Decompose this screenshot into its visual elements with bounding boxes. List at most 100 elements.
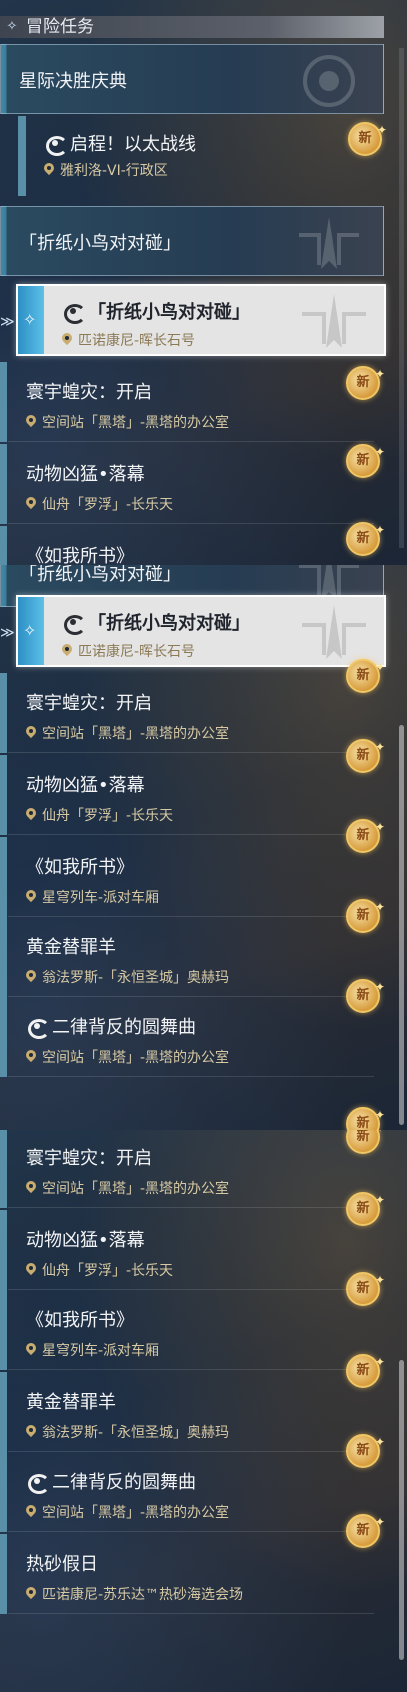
- quest-title: 热砂假日: [26, 1554, 98, 1575]
- diamond-icon: ✧: [23, 310, 37, 329]
- quest-location: 空间站「黑塔」-黑塔的办公室: [26, 1178, 229, 1198]
- quest-indicator-bar: [0, 673, 7, 753]
- divider: [8, 834, 374, 835]
- quest-title: 《如我所书》: [26, 1310, 134, 1331]
- quest-indicator-bar: [0, 917, 7, 997]
- quest-location: 仙舟「罗浮」-长乐天: [26, 1260, 173, 1280]
- quest-item-waltz[interactable]: 二律背反的圆舞曲 空间站「黑塔」-黑塔的办公室: [0, 1452, 382, 1532]
- emblem-icon: [302, 605, 366, 659]
- quest-item-book-partial[interactable]: 《如我所书》: [0, 526, 382, 565]
- quest-title: 动物凶猛•落幕: [26, 464, 145, 485]
- quest-type-icon: [26, 1016, 50, 1039]
- quest-indicator-bar: [0, 362, 7, 442]
- section-header-star-celebration[interactable]: 星际决胜庆典: [0, 44, 384, 114]
- location-pin-icon: [26, 1587, 36, 1600]
- location-pin-icon: [62, 644, 72, 657]
- quest-panel-screen-1: ✧ 冒险任务 星际决胜庆典 启程！以太战线 雅利洛-VI-行政区 新 「折纸小鸟…: [0, 0, 407, 565]
- location-pin-icon: [26, 497, 36, 510]
- quest-item-waltz[interactable]: 二律背反的圆舞曲 空间站「黑塔」-黑塔的办公室: [0, 997, 382, 1077]
- location-pin-icon: [26, 1425, 36, 1438]
- divider: [8, 752, 374, 753]
- quest-item-beast[interactable]: 动物凶猛•落幕 仙舟「罗浮」-长乐天: [0, 1210, 382, 1290]
- quest-type-icon: [62, 301, 86, 324]
- scrollbar-track[interactable]: [399, 48, 404, 548]
- new-badge: 新: [346, 1507, 385, 1548]
- section-title: 星际决胜庆典: [19, 71, 127, 92]
- header-title: 冒险任务: [26, 17, 94, 37]
- quest-title: 寰宇蝗灾：开启: [26, 382, 152, 403]
- new-badge: 新: [346, 1347, 385, 1388]
- quest-indicator-bar: [0, 1130, 7, 1208]
- quest-title: 启程！以太战线: [44, 130, 196, 156]
- new-badge: 新: [346, 1185, 385, 1226]
- location-pin-icon: [62, 333, 72, 346]
- quest-title: 寰宇蝗灾：开启: [26, 693, 152, 714]
- divider: [8, 1369, 374, 1370]
- quest-item-sand[interactable]: 热砂假日 匹诺康尼-苏乐达™热砂海选会场: [0, 1534, 382, 1614]
- quest-indicator-bar: [0, 755, 7, 835]
- quest-location: 空间站「黑塔」-黑塔的办公室: [26, 412, 229, 432]
- quest-item-paper-birds-selected[interactable]: ✧ 「折纸小鸟对对碰」 匹诺康尼-晖长石号: [16, 284, 386, 356]
- quest-location: 空间站「黑塔」-黑塔的办公室: [26, 1502, 229, 1522]
- quest-title: 二律背反的圆舞曲: [26, 1468, 196, 1494]
- divider: [8, 1531, 374, 1532]
- new-badge: 新: [346, 1265, 385, 1306]
- quest-item-ether-front[interactable]: 启程！以太战线 雅利洛-VI-行政区 新: [0, 115, 387, 196]
- quest-item-book[interactable]: 《如我所书》 星穹列车-派对车厢: [0, 1290, 382, 1370]
- quest-panel-screen-3: 寰宇蝗灾：开启 空间站「黑塔」-黑塔的办公室 新 动物凶猛•落幕 仙舟「罗浮」-…: [0, 1130, 407, 1692]
- quest-title: 「折纸小鸟对对碰」: [62, 298, 250, 324]
- selection-arrow-icon: ≫: [0, 625, 15, 641]
- quest-title: 寰宇蝗灾：开启: [26, 1148, 152, 1169]
- quest-item-beast[interactable]: 动物凶猛•落幕 仙舟「罗浮」-长乐天: [0, 444, 382, 524]
- quest-indicator-bar: [0, 1372, 7, 1452]
- new-badge: 新: [346, 652, 385, 693]
- quest-location: 翁法罗斯-「永恒圣城」奥赫玛: [26, 1422, 229, 1442]
- quest-item-locust[interactable]: 寰宇蝗灾：开启 空间站「黑塔」-黑塔的办公室: [0, 362, 382, 442]
- quest-indicator-bar: [0, 526, 7, 565]
- quest-item-locust[interactable]: 寰宇蝗灾：开启 空间站「黑塔」-黑塔的办公室: [0, 673, 382, 753]
- divider: [8, 1613, 374, 1614]
- selection-strip: ✧: [18, 597, 44, 665]
- new-badge: 新: [346, 1427, 385, 1468]
- quest-location: 匹诺康尼-晖长石号: [62, 330, 195, 350]
- quest-item-book[interactable]: 《如我所书》 星穹列车-派对车厢: [0, 837, 382, 917]
- location-pin-icon: [26, 1343, 36, 1356]
- quest-location: 星穹列车-派对车厢: [26, 1340, 159, 1360]
- quest-location: 星穹列车-派对车厢: [26, 887, 159, 907]
- new-badge: 新: [346, 732, 385, 773]
- location-pin-icon: [26, 1263, 36, 1276]
- quest-item-beast[interactable]: 动物凶猛•落幕 仙舟「罗浮」-长乐天: [0, 755, 382, 835]
- diamond-icon: ✧: [23, 621, 37, 640]
- quest-location: 翁法罗斯-「永恒圣城」奥赫玛: [26, 967, 229, 987]
- quest-indicator-bar: [0, 997, 7, 1077]
- quest-panel-screen-2: 「折纸小鸟对对碰」 ≫ ✧ 「折纸小鸟对对碰」 匹诺康尼-晖长石号 寰宇蝗灾：开…: [0, 565, 407, 1130]
- location-pin-icon: [26, 1181, 36, 1194]
- divider: [8, 523, 374, 524]
- new-badge: 新: [346, 437, 385, 478]
- emblem-icon: [302, 294, 366, 348]
- location-pin-icon: [26, 890, 36, 903]
- section-header-paper-birds[interactable]: 「折纸小鸟对对碰」: [0, 206, 384, 276]
- quest-item-locust[interactable]: 寰宇蝗灾：开启 空间站「黑塔」-黑塔的办公室: [0, 1130, 382, 1208]
- quest-indicator-bar: [18, 116, 26, 196]
- quest-type-icon: [62, 612, 86, 635]
- section-title: 「折纸小鸟对对碰」: [19, 565, 181, 585]
- location-pin-icon: [26, 1505, 36, 1518]
- quest-item-goat[interactable]: 黄金替罪羊 翁法罗斯-「永恒圣城」奥赫玛: [0, 917, 382, 997]
- quest-title: 二律背反的圆舞曲: [26, 1013, 196, 1039]
- scrollbar-thumb[interactable]: [399, 1360, 404, 1660]
- section-title: 「折纸小鸟对对碰」: [19, 233, 181, 254]
- selection-strip: ✧: [18, 286, 44, 354]
- quest-location: 雅利洛-VI-行政区: [44, 160, 168, 180]
- quest-title: 动物凶猛•落幕: [26, 1230, 145, 1251]
- scrollbar-thumb[interactable]: [399, 725, 404, 1125]
- quest-item-goat[interactable]: 黄金替罪羊 翁法罗斯-「永恒圣城」奥赫玛: [0, 1372, 382, 1452]
- quest-indicator-bar: [0, 1534, 7, 1614]
- emblem-icon: [303, 55, 355, 107]
- quest-title: 黄金替罪羊: [26, 1392, 116, 1413]
- quest-indicator-bar: [0, 1210, 7, 1290]
- location-pin-icon: [26, 1050, 36, 1063]
- location-pin-icon: [44, 163, 54, 176]
- quest-item-paper-birds-selected[interactable]: ✧ 「折纸小鸟对对碰」 匹诺康尼-晖长石号: [16, 595, 386, 667]
- quest-title: 「折纸小鸟对对碰」: [62, 609, 250, 635]
